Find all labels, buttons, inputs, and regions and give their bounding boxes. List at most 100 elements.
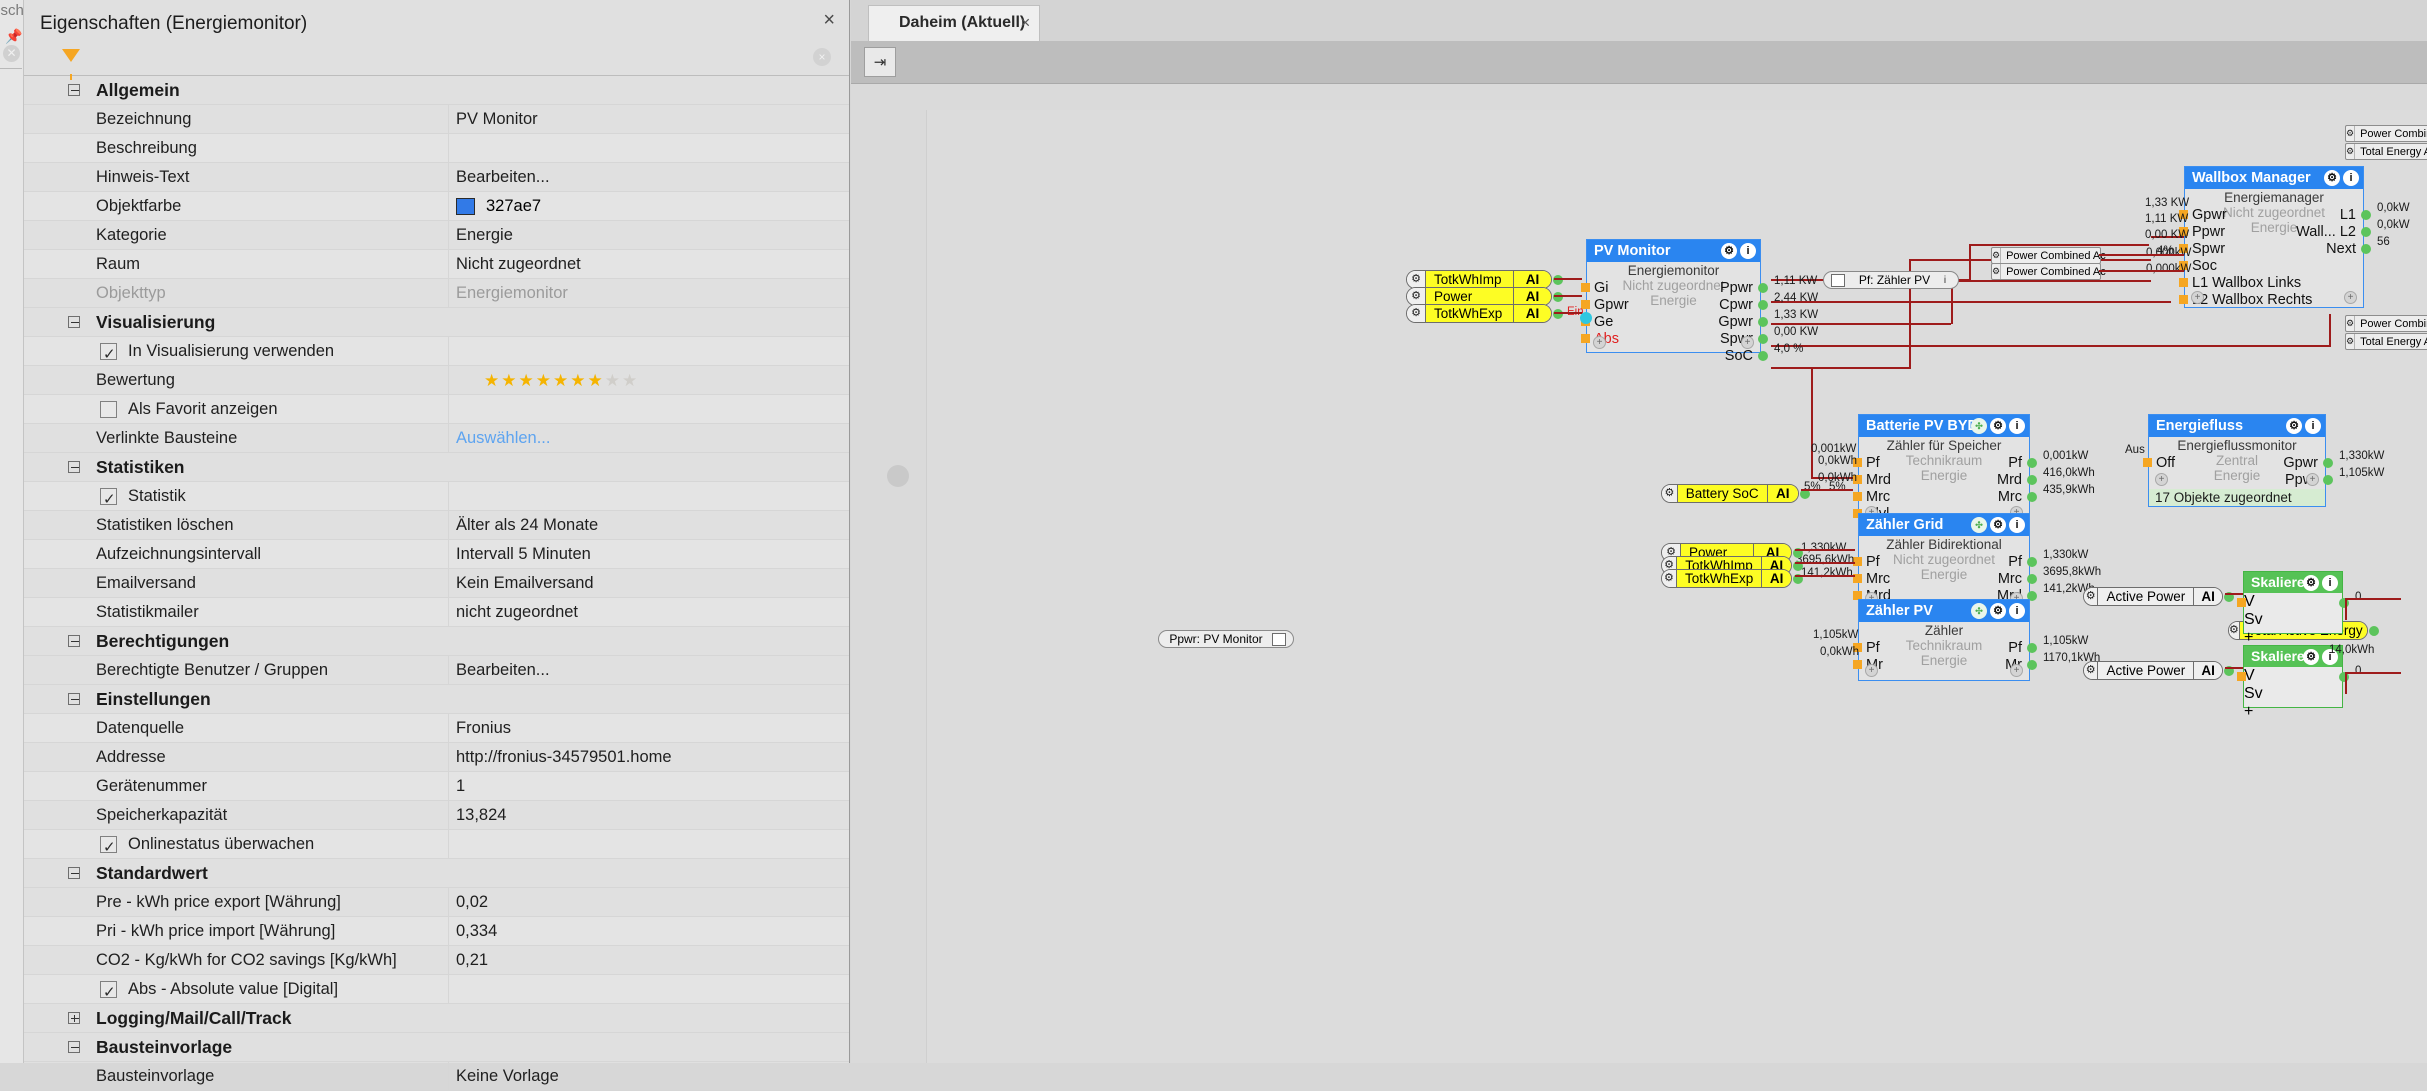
- gear-icon[interactable]: ⚙: [2303, 575, 2319, 591]
- expand-icon[interactable]: [68, 1012, 80, 1024]
- property-row[interactable]: Beschreibung: [24, 134, 849, 163]
- move-icon[interactable]: ✣: [1971, 603, 1987, 619]
- info-icon[interactable]: i: [1740, 243, 1756, 259]
- chip-chip-total-energy-2[interactable]: ⚙Total Energy A: [2345, 333, 2427, 350]
- add-output-icon[interactable]: +: [2306, 473, 2319, 486]
- gear-icon[interactable]: ⚙: [2324, 170, 2340, 186]
- block-header[interactable]: Zähler PV✣⚙i: [1859, 600, 2029, 622]
- info-icon[interactable]: i: [2009, 517, 2025, 533]
- add-input-icon[interactable]: +: [2155, 473, 2168, 486]
- move-icon[interactable]: ✣: [1971, 418, 1987, 434]
- property-value[interactable]: Auswählen...: [456, 424, 550, 453]
- gear-icon[interactable]: ⚙: [2346, 316, 2355, 331]
- add-output-icon[interactable]: +: [2344, 291, 2357, 304]
- block-batterie-pv-byd[interactable]: Batterie PV BYD✣⚙iZähler für SpeicherTec…: [1858, 414, 2030, 523]
- scaler-skalierer-2[interactable]: Skalierer⚙iVSv+: [2243, 645, 2343, 708]
- gear-icon[interactable]: ⚙: [1990, 418, 2006, 434]
- info-icon[interactable]: i: [2009, 603, 2025, 619]
- block-header[interactable]: Energiefluss⚙i: [2149, 415, 2325, 437]
- property-row[interactable]: Abs - Absolute value [Digital]: [24, 975, 849, 1004]
- color-swatch[interactable]: [456, 198, 475, 215]
- scaler-skalierer-1[interactable]: Skalierer⚙iVSv+: [2243, 571, 2343, 634]
- block-pv-monitor[interactable]: PV Monitor⚙iEnergiemonitorNicht zugeordn…: [1586, 239, 1761, 353]
- add-input-icon[interactable]: +: [1865, 664, 1878, 677]
- add-input-icon[interactable]: +: [2191, 291, 2204, 304]
- chip-chip-total-energy-1[interactable]: ⚙Total Energy A: [2345, 143, 2427, 160]
- pin-icon[interactable]: 📌: [5, 28, 22, 45]
- pill-pill-active-power-1[interactable]: ⚙Active PowerAI: [2083, 587, 2223, 606]
- property-row[interactable]: KategorieEnergie: [24, 221, 849, 250]
- property-row[interactable]: Speicherkapazität13,824: [24, 801, 849, 830]
- property-row[interactable]: Verlinkte BausteineAuswählen...: [24, 424, 849, 453]
- property-row[interactable]: Statistik: [24, 482, 849, 511]
- info-icon[interactable]: i: [1939, 275, 1951, 286]
- checkbox-als-favorit-anzeigen[interactable]: [100, 401, 117, 418]
- output-pin[interactable]: [1553, 275, 1563, 285]
- chip-chip-power-combined-2[interactable]: ⚙Power Combined Ac: [1991, 263, 2101, 280]
- block-wallbox-manager[interactable]: Wallbox Manager⚙iEnergiemanagerNicht zug…: [2184, 166, 2364, 308]
- tab-close-icon[interactable]: ×: [1020, 6, 1030, 40]
- property-group-statistiken[interactable]: Statistiken: [24, 453, 849, 482]
- property-row[interactable]: Statistiken löschenÄlter als 24 Monate: [24, 511, 849, 540]
- collapse-icon[interactable]: [68, 316, 80, 328]
- pin-button[interactable]: ⇥: [864, 47, 896, 77]
- property-group-allgemein[interactable]: Allgemein: [24, 76, 849, 105]
- block-header[interactable]: Wallbox Manager⚙i: [2185, 167, 2363, 189]
- block-zaehler-pv[interactable]: Zähler PV✣⚙iZählerTechnikraumEnergiePfMr…: [1858, 599, 2030, 681]
- property-row[interactable]: Addressehttp://fronius-34579501.home: [24, 743, 849, 772]
- gear-icon[interactable]: ⚙: [1992, 264, 2001, 279]
- property-row[interactable]: DatenquelleFronius: [24, 714, 849, 743]
- property-row[interactable]: Objektfarbe327ae7: [24, 192, 849, 221]
- property-row[interactable]: Pri - kWh price import [Währung]0,334: [24, 917, 849, 946]
- gear-icon[interactable]: ⚙: [2084, 588, 2098, 605]
- property-group-einstellungen[interactable]: Einstellungen: [24, 685, 849, 714]
- chip-chip-power-combined-1[interactable]: ⚙Power Combined Ac: [1991, 247, 2101, 264]
- add-input-icon[interactable]: +: [1593, 336, 1606, 349]
- gear-icon[interactable]: ⚙: [1407, 271, 1426, 288]
- property-row[interactable]: Statistikmailernicht zugeordnet: [24, 598, 849, 627]
- pill-pill-totkwhexp[interactable]: ⚙TotkWhExpAI: [1406, 304, 1552, 323]
- property-row[interactable]: CO2 - Kg/kWh for CO2 savings [Kg/kWh]0,2…: [24, 946, 849, 975]
- property-row[interactable]: BezeichnungPV Monitor: [24, 105, 849, 134]
- collapse-icon[interactable]: [68, 461, 80, 473]
- info-icon[interactable]: i: [2305, 418, 2321, 434]
- input-pin[interactable]: [2237, 598, 2246, 607]
- property-row[interactable]: Pre - kWh price export [Währung]0,02: [24, 888, 849, 917]
- info-icon[interactable]: i: [2009, 418, 2025, 434]
- gear-icon[interactable]: ⚙: [1992, 248, 2001, 263]
- property-row[interactable]: ObjekttypEnergiemonitor: [24, 279, 849, 308]
- block-energiefluss[interactable]: Energiefluss⚙iEnergieflussmonitorZentral…: [2148, 414, 2326, 507]
- property-row[interactable]: EmailversandKein Emailversand: [24, 569, 849, 598]
- property-row[interactable]: AufzeichnungsintervallIntervall 5 Minute…: [24, 540, 849, 569]
- checkbox-statistik[interactable]: [100, 488, 117, 505]
- clear-filter-icon[interactable]: ×: [813, 48, 831, 66]
- gear-icon[interactable]: ⚙: [1990, 603, 2006, 619]
- graph-editor[interactable]: 1,11 KW2,44 KW1,33 KW0,00 KW4,0 %PV Moni…: [851, 84, 2427, 1063]
- add-output-icon[interactable]: +: [2010, 664, 2023, 677]
- block-header[interactable]: Batterie PV BYD✣⚙i: [1859, 415, 2029, 437]
- move-icon[interactable]: ✣: [1971, 517, 1987, 533]
- info-icon[interactable]: i: [2322, 575, 2338, 591]
- gear-icon[interactable]: ⚙: [2303, 649, 2319, 665]
- property-row[interactable]: Onlinestatus überwachen: [24, 830, 849, 859]
- property-row[interactable]: Bewertung★★★★★★★★★: [24, 366, 849, 395]
- property-row[interactable]: In Visualisierung verwenden: [24, 337, 849, 366]
- gear-icon[interactable]: ⚙: [2084, 662, 2098, 679]
- gear-icon[interactable]: ⚙: [2346, 334, 2355, 349]
- gear-icon[interactable]: ⚙: [2346, 126, 2355, 141]
- block-zaehler-grid[interactable]: Zähler Grid✣⚙iZähler BidirektionalNicht …: [1858, 513, 2030, 609]
- collapse-icon[interactable]: [68, 84, 80, 96]
- block-header[interactable]: PV Monitor⚙i: [1587, 240, 1760, 262]
- output-pin[interactable]: [2369, 626, 2379, 636]
- collapse-icon[interactable]: [68, 867, 80, 879]
- input-pin[interactable]: [2237, 672, 2246, 681]
- property-row[interactable]: Gerätenummer1: [24, 772, 849, 801]
- filter-icon[interactable]: [62, 49, 80, 62]
- gear-icon[interactable]: ⚙: [1407, 288, 1426, 305]
- chip-chip-power-combined-4[interactable]: ⚙Power Combin: [2345, 315, 2427, 332]
- gear-icon[interactable]: ⚙: [2346, 144, 2355, 159]
- gear-icon[interactable]: ⚙: [2286, 418, 2302, 434]
- gear-icon[interactable]: ⚙: [1407, 305, 1426, 322]
- gear-icon[interactable]: ⚙: [1990, 517, 2006, 533]
- property-group-logging-mail-call-track[interactable]: Logging/Mail/Call/Track: [24, 1004, 849, 1033]
